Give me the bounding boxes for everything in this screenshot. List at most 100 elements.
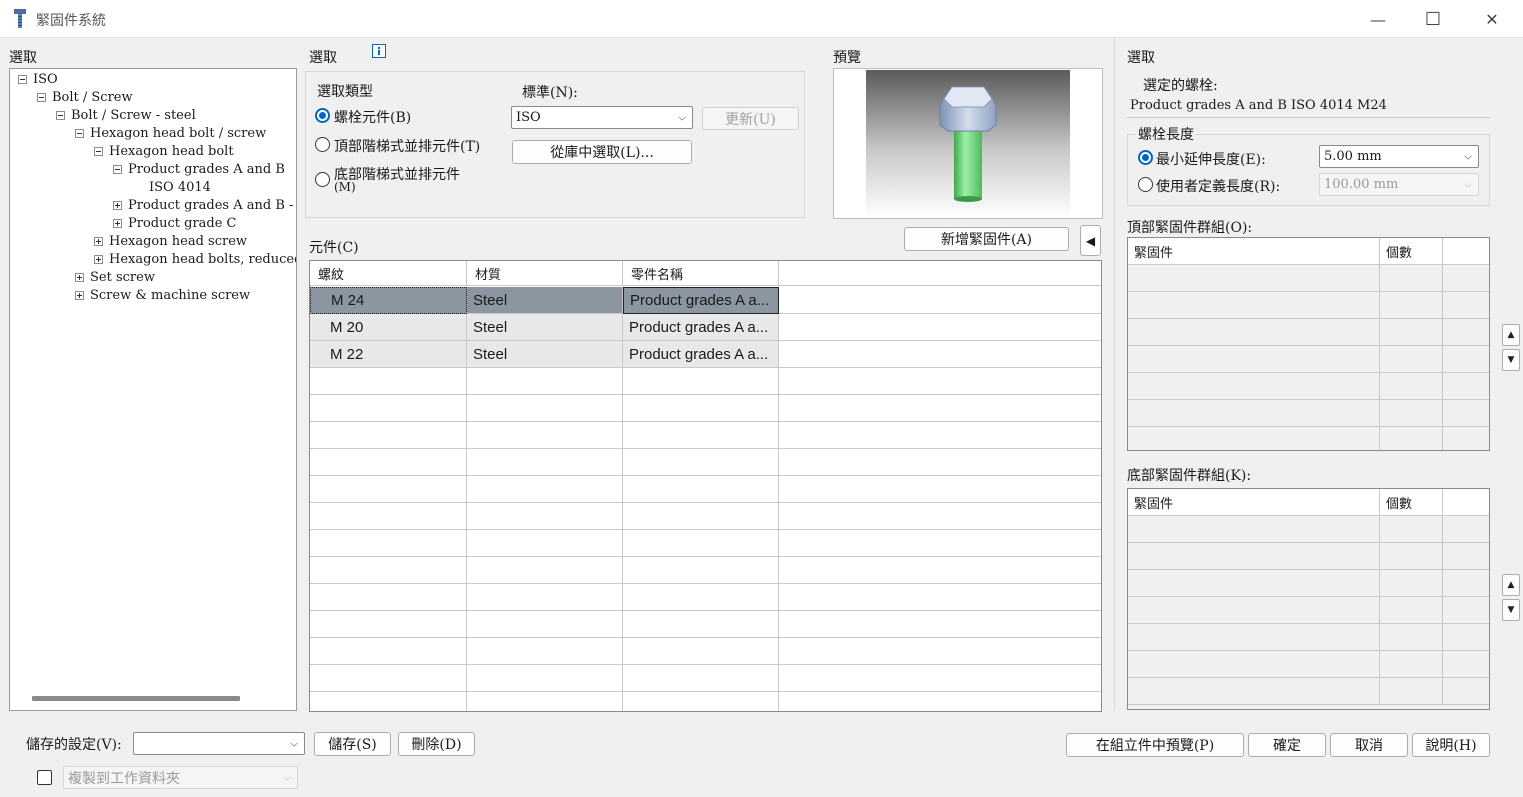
tree-item-bolt-screw-steel[interactable]: Bolt / Screw - steel <box>56 106 196 124</box>
radio-bolt-element[interactable] <box>315 108 330 123</box>
empty-grid-cell[interactable] <box>310 422 467 449</box>
empty-group-cell[interactable] <box>1380 373 1443 400</box>
column-fastener[interactable]: 緊固件 <box>1128 489 1380 516</box>
collapse-icon[interactable] <box>94 146 103 156</box>
min-extension-combobox[interactable]: 5.00 mm ⌵ <box>1319 145 1479 168</box>
empty-grid-cell[interactable] <box>310 476 467 503</box>
tree-item-hexagon-head-bolt-screw[interactable]: Hexagon head bolt / screw <box>75 124 266 142</box>
empty-grid-cell[interactable] <box>779 611 1101 638</box>
cancel-button[interactable]: 取消 <box>1330 733 1408 757</box>
top-group-move-down-button[interactable]: ▼ <box>1502 349 1520 371</box>
select-from-library-button[interactable]: 從庫中選取(L)... <box>512 140 692 164</box>
empty-grid-cell[interactable] <box>779 584 1101 611</box>
empty-group-cell[interactable] <box>1443 651 1489 678</box>
empty-group-cell[interactable] <box>1380 319 1443 346</box>
radio-user-defined[interactable] <box>1138 177 1153 192</box>
components-grid[interactable]: 螺紋 材質 零件名稱 M 24 Steel Product grades A a… <box>309 260 1102 712</box>
empty-grid-cell[interactable] <box>623 584 779 611</box>
tree-item-iso-4014[interactable]: ISO 4014 <box>149 178 211 196</box>
empty-grid-cell[interactable] <box>623 368 779 395</box>
empty-grid-cell[interactable] <box>623 422 779 449</box>
empty-grid-cell[interactable] <box>779 665 1101 692</box>
minimize-button[interactable]: — <box>1349 0 1407 38</box>
table-row-cell-thread[interactable]: M 24 <box>310 287 467 314</box>
empty-group-cell[interactable] <box>1380 292 1443 319</box>
update-button[interactable]: 更新(U) <box>702 107 799 130</box>
tree-item-hexagon-head-bolt[interactable]: Hexagon head bolt <box>94 142 234 160</box>
empty-grid-cell[interactable] <box>623 449 779 476</box>
collapse-panel-button[interactable]: ◀ <box>1080 225 1101 256</box>
empty-group-cell[interactable] <box>1443 373 1489 400</box>
empty-grid-cell[interactable] <box>623 692 779 711</box>
empty-grid-cell[interactable] <box>467 476 623 503</box>
empty-grid-cell[interactable] <box>467 665 623 692</box>
empty-group-cell[interactable] <box>1128 346 1380 373</box>
empty-grid-cell[interactable] <box>779 368 1101 395</box>
empty-group-cell[interactable] <box>1380 624 1443 651</box>
empty-group-cell[interactable] <box>1443 543 1489 570</box>
column-count[interactable]: 個數 <box>1380 489 1443 516</box>
help-button[interactable]: 說明(H) <box>1412 733 1490 757</box>
radio-bolt-element-label[interactable]: 螺栓元件(B) <box>334 107 411 127</box>
empty-grid-cell[interactable] <box>467 692 623 711</box>
table-row-cell-part-name[interactable]: Product grades A a... <box>623 341 779 368</box>
empty-group-cell[interactable] <box>1380 597 1443 624</box>
empty-grid-cell[interactable] <box>623 476 779 503</box>
empty-group-cell[interactable] <box>1128 570 1380 597</box>
empty-grid-cell[interactable] <box>310 638 467 665</box>
tree-item-product-grade-c[interactable]: Product grade C <box>113 214 237 232</box>
empty-group-cell[interactable] <box>1128 624 1380 651</box>
empty-group-cell[interactable] <box>1443 400 1489 427</box>
column-part-name[interactable]: 零件名稱 <box>623 261 779 286</box>
empty-grid-cell[interactable] <box>310 692 467 711</box>
preview-viewport[interactable] <box>833 68 1103 219</box>
fastener-tree[interactable]: ISO Bolt / Screw Bolt / Screw - steel He… <box>9 68 297 711</box>
add-fastener-button[interactable]: 新增緊固件(A) <box>904 227 1069 251</box>
empty-grid-cell[interactable] <box>779 503 1101 530</box>
empty-group-cell[interactable] <box>1443 516 1489 543</box>
tree-item-set-screw[interactable]: Set screw <box>75 268 155 286</box>
empty-grid-cell[interactable] <box>310 584 467 611</box>
saved-settings-combobox[interactable]: ⌵ <box>133 732 305 755</box>
empty-group-cell[interactable] <box>1128 292 1380 319</box>
empty-group-cell[interactable] <box>1443 597 1489 624</box>
column-fastener[interactable]: 緊固件 <box>1128 238 1380 265</box>
preview-in-assembly-button[interactable]: 在組立件中預覽(P) <box>1066 733 1244 757</box>
bottom-group-move-down-button[interactable]: ▼ <box>1502 599 1520 621</box>
table-row-cell-material[interactable]: Steel <box>467 287 623 314</box>
bottom-fastener-group-grid[interactable]: 緊固件 個數 <box>1127 488 1490 710</box>
tree-item-product-grades-a-b[interactable]: Product grades A and B <box>113 160 285 178</box>
empty-grid-cell[interactable] <box>623 557 779 584</box>
empty-grid-cell[interactable] <box>467 530 623 557</box>
empty-grid-cell[interactable] <box>779 530 1101 557</box>
tree-item-iso[interactable]: ISO <box>18 70 58 88</box>
empty-group-cell[interactable] <box>1380 651 1443 678</box>
tree-item-hexagon-head-bolts-reduced[interactable]: Hexagon head bolts, reduced sha <box>94 250 296 268</box>
expand-icon[interactable] <box>94 236 103 246</box>
empty-grid-cell[interactable] <box>623 638 779 665</box>
empty-grid-cell[interactable] <box>467 584 623 611</box>
empty-group-cell[interactable] <box>1128 678 1380 705</box>
tree-item-hexagon-head-screw[interactable]: Hexagon head screw <box>94 232 247 250</box>
empty-group-cell[interactable] <box>1380 346 1443 373</box>
table-row-cell-thread[interactable]: M 20 <box>310 314 467 341</box>
user-defined-combobox[interactable]: 100.00 mm ⌵ <box>1319 173 1479 196</box>
radio-bottom-stacked[interactable] <box>315 172 330 187</box>
empty-grid-cell[interactable] <box>779 692 1101 711</box>
tree-item-product-grades-a-b-fine[interactable]: Product grades A and B - fine <box>113 196 296 214</box>
radio-top-stacked[interactable] <box>315 137 330 152</box>
empty-group-cell[interactable] <box>1380 543 1443 570</box>
expand-icon[interactable] <box>113 200 122 210</box>
empty-group-cell[interactable] <box>1380 400 1443 427</box>
collapse-icon[interactable] <box>18 74 27 84</box>
expand-icon[interactable] <box>94 254 103 264</box>
empty-grid-cell[interactable] <box>467 557 623 584</box>
empty-grid-cell[interactable] <box>310 395 467 422</box>
empty-grid-cell[interactable] <box>467 449 623 476</box>
empty-group-cell[interactable] <box>1443 624 1489 651</box>
table-row-cell-part-name[interactable]: Product grades A a... <box>623 314 779 341</box>
tree-item-screw-machine-screw[interactable]: Screw & machine screw <box>75 286 250 304</box>
radio-user-defined-label[interactable]: 使用者定義長度(R): <box>1156 176 1280 196</box>
info-icon[interactable] <box>372 44 386 58</box>
empty-group-cell[interactable] <box>1443 678 1489 705</box>
